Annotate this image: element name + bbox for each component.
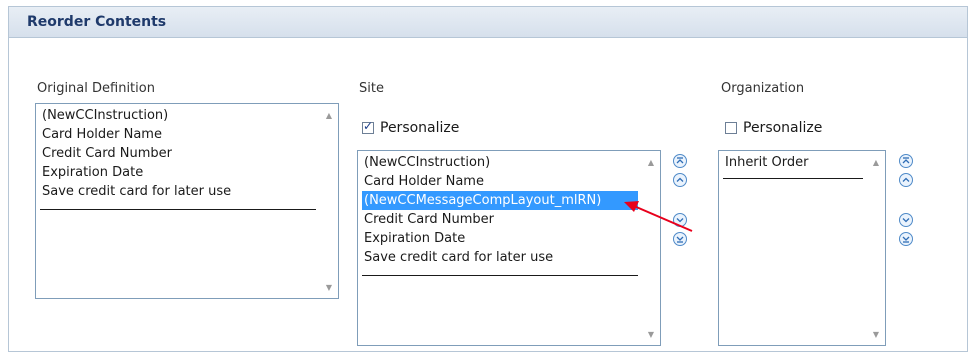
annotation-arrow: [624, 201, 693, 232]
